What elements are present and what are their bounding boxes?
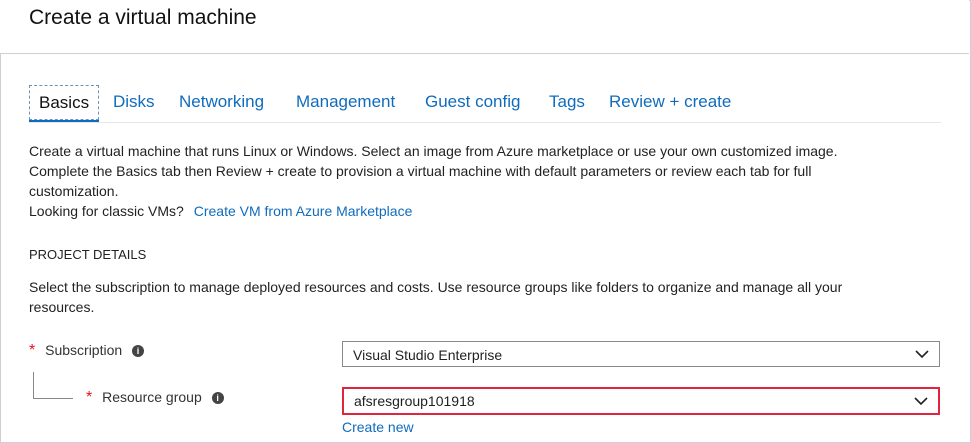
required-asterisk: * — [29, 342, 36, 359]
project-details-heading: PROJECT DETAILS — [29, 247, 147, 262]
page-title: Create a virtual machine — [29, 6, 257, 29]
tab-management[interactable]: Management — [296, 85, 395, 118]
chevron-down-icon — [915, 350, 929, 359]
resource-group-dropdown[interactable]: afsresgroup101918 — [342, 387, 940, 415]
resource-group-label-row: * Resource group i — [86, 389, 224, 407]
intro-line: customization. — [29, 183, 119, 199]
project-details-description: Select the subscription to manage deploy… — [29, 277, 929, 317]
tab-bar: Basics Disks Networking Management Guest… — [29, 85, 949, 123]
create-new-link[interactable]: Create new — [342, 419, 414, 435]
subscription-dropdown[interactable]: Visual Studio Enterprise — [342, 341, 940, 367]
tab-disks[interactable]: Disks — [113, 85, 155, 118]
resource-group-label: Resource group — [102, 389, 202, 405]
tab-guest-config[interactable]: Guest config — [425, 85, 520, 118]
classic-vm-row: Looking for classic VMs? Create VM from … — [29, 201, 929, 221]
create-vm-marketplace-link[interactable]: Create VM from Azure Marketplace — [194, 203, 413, 219]
window-frame — [0, 0, 971, 443]
intro-description: Create a virtual machine that runs Linux… — [29, 141, 929, 221]
required-asterisk: * — [86, 389, 93, 406]
tab-divider — [29, 122, 941, 123]
info-icon[interactable]: i — [132, 345, 145, 358]
chevron-down-icon — [914, 397, 928, 406]
tab-review-create[interactable]: Review + create — [609, 85, 731, 118]
subscription-label: Subscription — [45, 342, 123, 358]
page-header: Create a virtual machine — [0, 0, 969, 54]
info-icon[interactable]: i — [211, 392, 224, 405]
tab-tags[interactable]: Tags — [549, 85, 585, 118]
tab-basics-label: Basics — [39, 93, 90, 112]
subscription-value: Visual Studio Enterprise — [353, 347, 503, 363]
project-details-line: resources. — [29, 299, 95, 315]
tree-connector-vertical — [33, 372, 34, 398]
classic-vm-text: Looking for classic VMs? — [29, 203, 184, 219]
intro-line: Create a virtual machine that runs Linux… — [29, 143, 838, 159]
tree-connector-horizontal — [33, 398, 73, 399]
resource-group-value: afsresgroup101918 — [354, 393, 475, 409]
tab-networking[interactable]: Networking — [179, 85, 264, 118]
intro-line: Complete the Basics tab then Review + cr… — [29, 163, 812, 179]
subscription-label-row: * Subscription i — [29, 342, 145, 360]
project-details-line: Select the subscription to manage deploy… — [29, 279, 843, 295]
tab-basics[interactable]: Basics — [29, 85, 100, 123]
